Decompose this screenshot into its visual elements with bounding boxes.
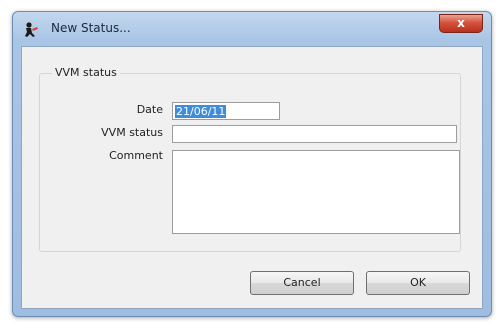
- close-button[interactable]: x: [439, 14, 483, 33]
- vvm-status-input[interactable]: [172, 125, 457, 143]
- dialog-window: New Status... x VVM status Date 21/06/11…: [12, 11, 492, 317]
- date-label: Date: [136, 103, 163, 116]
- cancel-button[interactable]: Cancel: [250, 271, 354, 295]
- group-label: VVM status: [52, 66, 120, 79]
- vvm-status-label: VVM status: [101, 126, 163, 139]
- ok-button[interactable]: OK: [366, 271, 470, 295]
- date-selected-text: 21/06/11: [175, 105, 227, 118]
- comment-label: Comment: [109, 149, 163, 162]
- date-input[interactable]: 21/06/11: [172, 102, 280, 120]
- dialog-body: VVM status Date 21/06/11 VVM status Comm…: [21, 46, 483, 309]
- window-title: New Status...: [51, 21, 131, 35]
- title-bar[interactable]: New Status... x: [13, 12, 491, 46]
- app-icon: [22, 21, 40, 39]
- close-icon: x: [457, 16, 465, 30]
- comment-textarea[interactable]: [172, 150, 460, 234]
